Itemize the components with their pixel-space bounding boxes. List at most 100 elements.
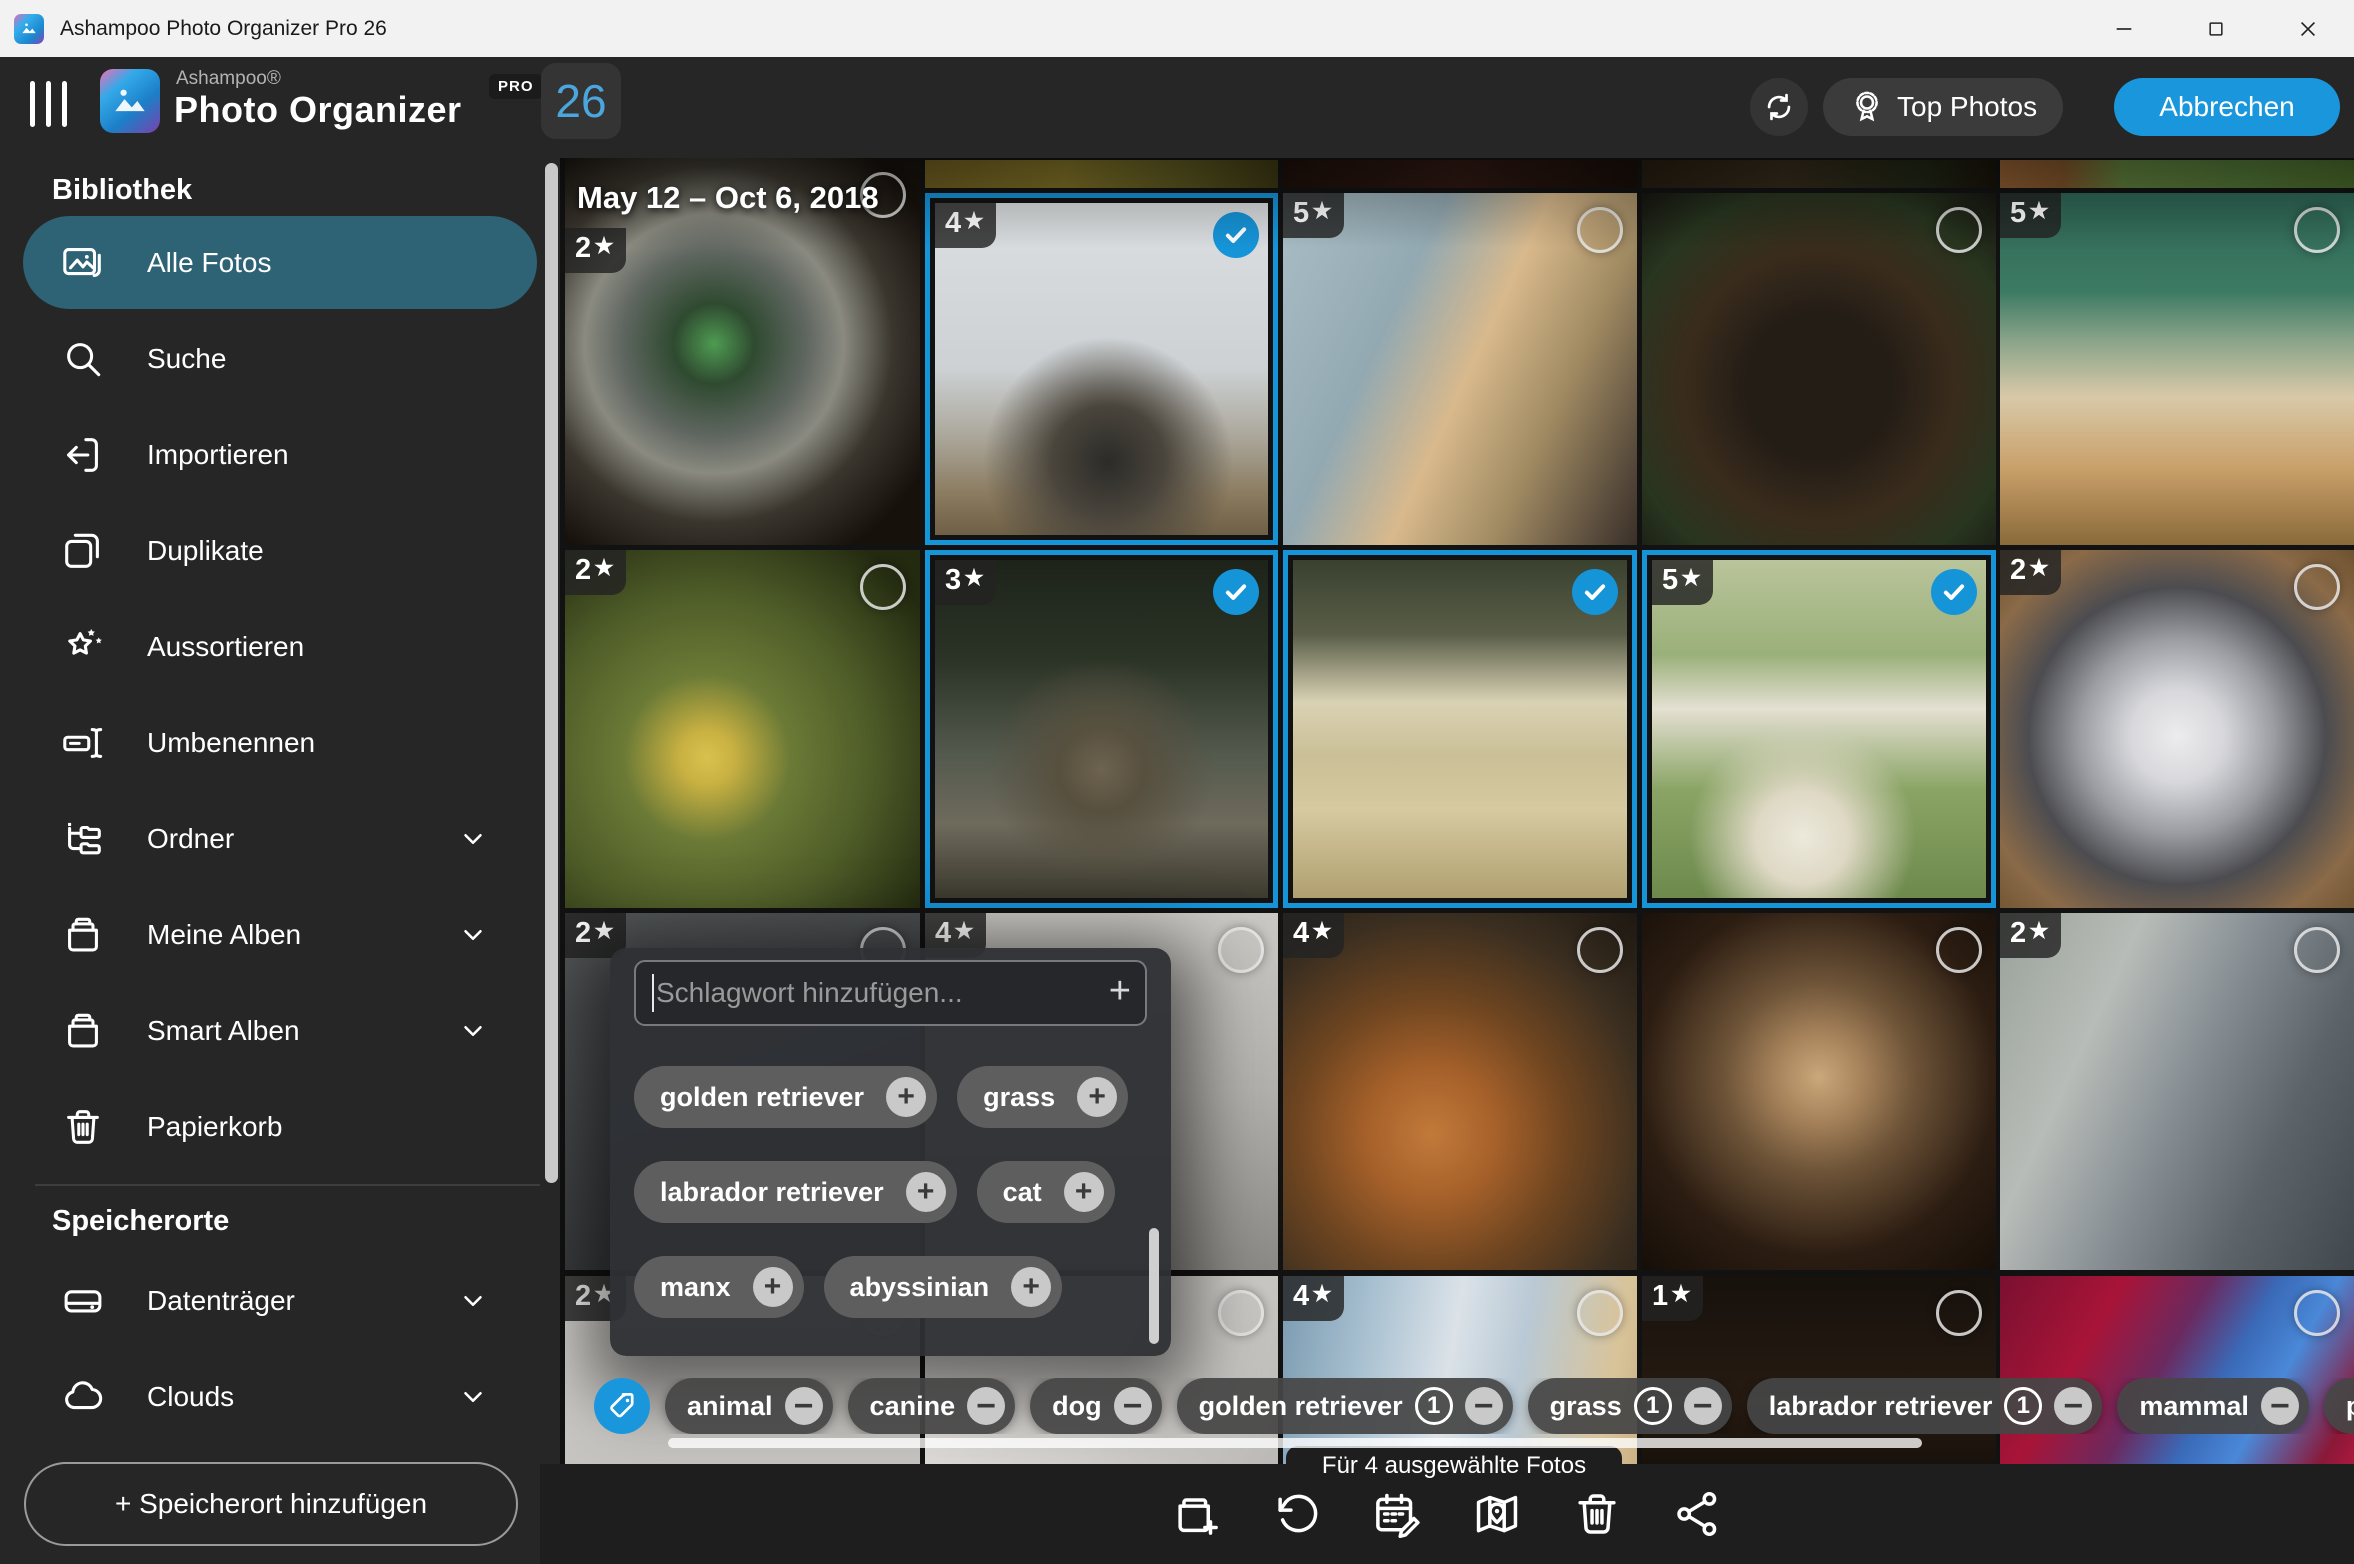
- vertical-scrollbar[interactable]: [545, 163, 558, 1183]
- sidebar-item-aussortieren[interactable]: Aussortieren: [0, 600, 540, 693]
- remove-tag-button[interactable]: −: [1684, 1387, 1722, 1425]
- close-button[interactable]: [2262, 0, 2354, 57]
- photo-thumbnail-sliver-dog-on-grass[interactable]: [2000, 160, 2354, 188]
- photo-thumbnail-kitten-looking-down[interactable]: [1642, 913, 1996, 1270]
- photo-thumbnail-husky-face[interactable]: 2★: [2000, 550, 2354, 908]
- cancel-button[interactable]: Abbrechen: [2114, 78, 2340, 136]
- active-tag-grass[interactable]: grass1−: [1528, 1378, 1732, 1434]
- minimize-button[interactable]: [2078, 0, 2170, 57]
- photo-thumbnail-sliver-grass-closeup[interactable]: [925, 160, 1278, 188]
- share-button[interactable]: [1669, 1486, 1725, 1542]
- photo-thumbnail-hand-petting-brown-dog[interactable]: 4★: [1283, 913, 1637, 1270]
- active-tag-canine[interactable]: canine−: [848, 1378, 1016, 1434]
- photo-thumbnail-dark-dog-ears[interactable]: 1★: [1642, 1276, 1996, 1464]
- remove-tag-button[interactable]: −: [1465, 1387, 1503, 1425]
- tag-suggestion-grass[interactable]: grass +: [957, 1066, 1128, 1128]
- add-tag-button[interactable]: +: [906, 1172, 946, 1212]
- photo-thumbnail-sliver-dark-yard[interactable]: [1642, 160, 1996, 188]
- selection-checkbox[interactable]: [1218, 927, 1264, 973]
- sidebar-item-ordner[interactable]: Ordner: [0, 792, 540, 885]
- photo-thumbnail-cat-eye-closeup[interactable]: 2★: [565, 158, 920, 545]
- selection-checkbox[interactable]: [1936, 207, 1982, 253]
- refresh-button[interactable]: [1750, 78, 1808, 136]
- tag-suggestion-abyssinian[interactable]: abyssinian +: [824, 1256, 1063, 1318]
- add-tag-button[interactable]: +: [1077, 1077, 1117, 1117]
- selection-checkbox[interactable]: [1577, 207, 1623, 253]
- active-tag-golden-retriever[interactable]: golden retriever1−: [1177, 1378, 1513, 1434]
- sidebar-item-suche[interactable]: Suche: [0, 312, 540, 405]
- sidebar-item-datentr-ger[interactable]: Datenträger: [0, 1254, 540, 1347]
- sidebar-item-meine-alben[interactable]: Meine Alben: [0, 888, 540, 981]
- undo-button[interactable]: [1269, 1486, 1325, 1542]
- add-storage-button[interactable]: + Speicherort hinzufügen: [24, 1462, 518, 1546]
- add-tag-icon[interactable]: +: [1109, 972, 1131, 1010]
- map-button[interactable]: [1469, 1486, 1525, 1542]
- sidebar-item-importieren[interactable]: Importieren: [0, 408, 540, 501]
- tag-filter-button[interactable]: [594, 1378, 650, 1434]
- add-tag-button[interactable]: +: [753, 1267, 793, 1307]
- remove-tag-button[interactable]: −: [1114, 1387, 1152, 1425]
- photo-thumbnail-doberman-portrait[interactable]: [1642, 193, 1996, 545]
- chevron-down-icon[interactable]: [458, 1286, 488, 1316]
- photo-thumbnail-white-dog-meadow[interactable]: 5★: [1642, 550, 1996, 908]
- selection-checkbox[interactable]: [1218, 1290, 1264, 1336]
- tag-suggestion-labrador-retriever[interactable]: labrador retriever +: [634, 1161, 957, 1223]
- sidebar-item-umbenennen[interactable]: Umbenennen: [0, 696, 540, 789]
- selection-checkbox[interactable]: [1936, 927, 1982, 973]
- chevron-down-icon[interactable]: [458, 920, 488, 950]
- photo-thumbnail-weimaraner-at-lake[interactable]: 3★: [925, 550, 1278, 908]
- active-tag-animal[interactable]: animal−: [665, 1378, 833, 1434]
- selection-checkbox-checked[interactable]: [1572, 569, 1618, 615]
- remove-tag-button[interactable]: −: [785, 1387, 823, 1425]
- active-tag-dog[interactable]: dog−: [1030, 1378, 1161, 1434]
- menu-icon[interactable]: [30, 81, 78, 133]
- active-tag-p[interactable]: p−: [2324, 1378, 2354, 1434]
- photo-thumbnail-corgi-by-curtains[interactable]: 4★: [1283, 1276, 1637, 1464]
- selection-checkbox[interactable]: [2294, 564, 2340, 610]
- popup-scrollbar[interactable]: [1149, 1228, 1159, 1344]
- add-tag-button[interactable]: +: [1011, 1267, 1051, 1307]
- photo-thumbnail-sliver-dark-interior[interactable]: [1283, 160, 1637, 188]
- delete-button[interactable]: [1569, 1486, 1625, 1542]
- selection-checkbox[interactable]: [1936, 1290, 1982, 1336]
- selection-checkbox-checked[interactable]: [1213, 212, 1259, 258]
- photo-thumbnail-two-cats-nuzzling[interactable]: 5★: [1283, 193, 1637, 545]
- remove-tag-button[interactable]: −: [967, 1387, 1005, 1425]
- sidebar-item-clouds[interactable]: Clouds: [0, 1350, 540, 1443]
- chevron-down-icon[interactable]: [458, 824, 488, 854]
- photo-thumbnail-dogs-at-pool[interactable]: 5★: [2000, 193, 2354, 545]
- tag-suggestion-golden-retriever[interactable]: golden retriever +: [634, 1066, 937, 1128]
- chevron-down-icon[interactable]: [458, 1016, 488, 1046]
- selection-checkbox[interactable]: [2294, 207, 2340, 253]
- tag-suggestion-cat[interactable]: cat +: [977, 1161, 1115, 1223]
- photo-thumbnail-dog-on-leash-street[interactable]: 2★: [2000, 913, 2354, 1270]
- active-tag-mammal[interactable]: mammal−: [2117, 1378, 2309, 1434]
- selection-checkbox[interactable]: [1577, 1290, 1623, 1336]
- photo-thumbnail-dog-on-rock-fog[interactable]: 4★: [925, 193, 1278, 545]
- remove-tag-button[interactable]: −: [2261, 1387, 2299, 1425]
- sidebar-item-papierkorb[interactable]: Papierkorb: [0, 1080, 540, 1173]
- photo-thumbnail-weimaraner-in-field[interactable]: [1283, 550, 1637, 908]
- add-tag-button[interactable]: +: [1064, 1172, 1104, 1212]
- sidebar-item-alle-fotos[interactable]: Alle Fotos: [0, 216, 540, 309]
- selection-checkbox[interactable]: [2294, 927, 2340, 973]
- horizontal-scrollbar[interactable]: [668, 1438, 1922, 1448]
- sidebar-item-duplikate[interactable]: Duplikate: [0, 504, 540, 597]
- selection-checkbox[interactable]: [2294, 1290, 2340, 1336]
- add-tag-button[interactable]: +: [886, 1077, 926, 1117]
- selection-checkbox[interactable]: [860, 564, 906, 610]
- selection-checkbox[interactable]: [1577, 927, 1623, 973]
- photo-thumbnail-duckling-swimming[interactable]: 2★: [565, 550, 920, 908]
- maximize-button[interactable]: [2170, 0, 2262, 57]
- photo-thumbnail-neon-lit-dog[interactable]: [2000, 1276, 2354, 1464]
- selection-checkbox-checked[interactable]: [1931, 569, 1977, 615]
- sidebar-item-smart-alben[interactable]: Smart Alben: [0, 984, 540, 1077]
- selection-checkbox-checked[interactable]: [1213, 569, 1259, 615]
- chevron-down-icon[interactable]: [458, 1382, 488, 1412]
- top-photos-button[interactable]: Top Photos: [1823, 78, 2063, 136]
- tag-input[interactable]: [636, 962, 1145, 1024]
- remove-tag-button[interactable]: −: [2054, 1387, 2092, 1425]
- add-to-album-button[interactable]: [1169, 1486, 1225, 1542]
- tag-suggestion-manx[interactable]: manx +: [634, 1256, 804, 1318]
- active-tag-labrador-retriever[interactable]: labrador retriever1−: [1747, 1378, 2103, 1434]
